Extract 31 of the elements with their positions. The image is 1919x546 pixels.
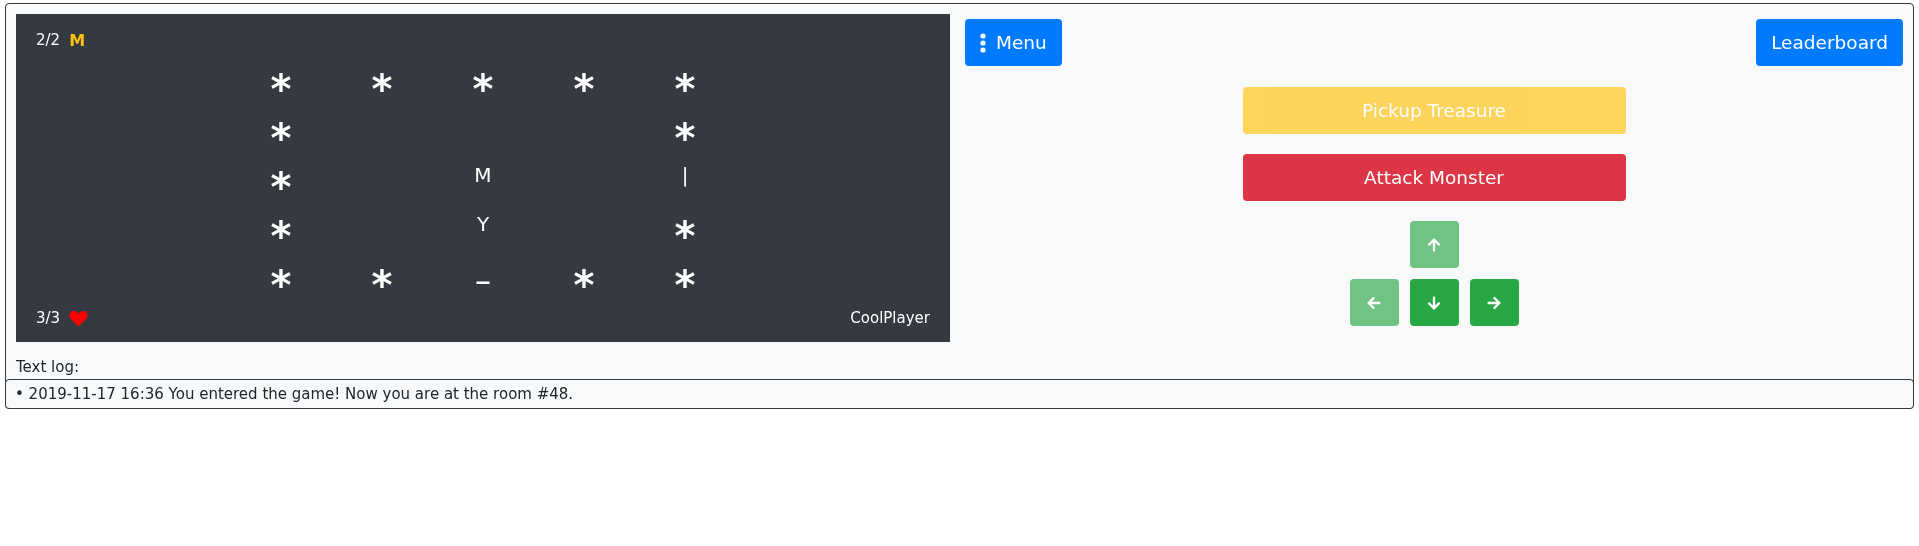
wall-symbol: * (270, 162, 292, 195)
map-symbol: | (681, 164, 689, 185)
wall-symbol: * (573, 64, 595, 97)
wall-symbol: * (674, 113, 696, 146)
health-count: 3/3 (36, 309, 61, 327)
move-down-button[interactable] (1409, 279, 1459, 326)
treasure-icon: M (69, 30, 86, 50)
wall-symbol: * (472, 64, 494, 97)
move-right-button[interactable] (1469, 279, 1519, 326)
log-entry: • 2019-11-17 16:36 You entered the game! Now you are at the room #48. (15, 384, 575, 404)
leaderboard-button[interactable]: Leaderboard (1756, 19, 1903, 66)
wall-symbol: * (371, 260, 393, 293)
wall-symbol: * (674, 211, 696, 244)
map-symbol: M (474, 164, 492, 185)
wall-symbol: * (270, 260, 292, 293)
wall-symbol: * (674, 64, 696, 97)
menu-button[interactable]: Menu (965, 19, 1062, 66)
wall-symbol: * (371, 64, 393, 97)
wall-symbol: * (270, 113, 292, 146)
door-symbol: _ (476, 255, 490, 286)
wall-symbol: * (573, 260, 595, 293)
map-symbol: Y (476, 213, 490, 234)
wall-symbol: * (674, 260, 696, 293)
heart-icon (69, 309, 89, 327)
wall-symbol: * (270, 211, 292, 244)
log-label: Text log: (15, 357, 81, 377)
more-icon (980, 32, 986, 53)
attack-button[interactable]: Attack Monster (1242, 154, 1626, 201)
wall-symbol: * (270, 64, 292, 97)
player-name: CoolPlayer (850, 309, 930, 327)
treasure-count: 2/2 (36, 31, 61, 49)
